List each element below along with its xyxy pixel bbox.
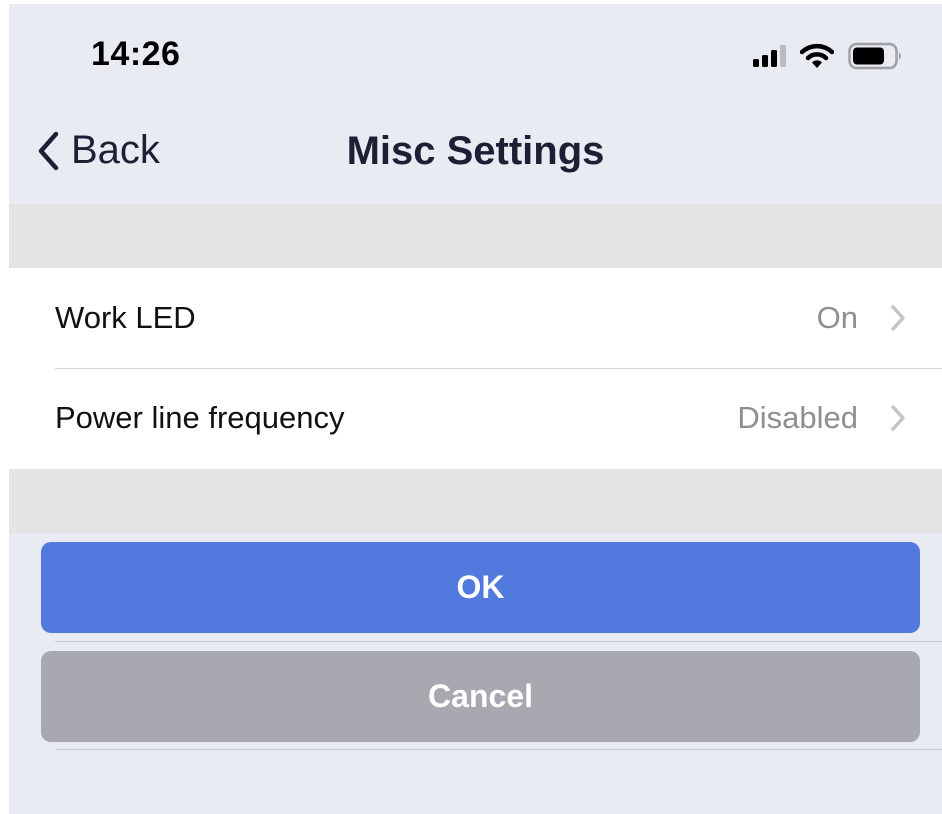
chevron-right-icon	[891, 405, 905, 431]
divider	[55, 749, 942, 750]
phone-screen: 14:26 Back Misc Settings Work LED On Pow…	[9, 4, 942, 814]
battery-icon	[848, 42, 901, 70]
wifi-icon	[800, 43, 834, 68]
setting-row-work-led[interactable]: Work LED On	[9, 268, 942, 368]
setting-value: On	[816, 300, 858, 335]
section-spacer	[9, 469, 942, 533]
signal-icon	[753, 45, 786, 67]
settings-table: Work LED On Power line frequency Disable…	[9, 268, 942, 469]
divider	[55, 641, 942, 642]
setting-label: Work LED	[55, 300, 196, 335]
setting-row-power-line-frequency[interactable]: Power line frequency Disabled	[9, 368, 942, 468]
cancel-button[interactable]: Cancel	[41, 651, 920, 742]
setting-value: Disabled	[737, 400, 858, 435]
chevron-right-icon	[891, 305, 905, 331]
status-icons	[753, 42, 904, 70]
section-spacer	[9, 204, 942, 268]
setting-label: Power line frequency	[55, 400, 345, 435]
page-title: Misc Settings	[346, 129, 605, 173]
ok-button[interactable]: OK	[41, 542, 920, 633]
status-time: 14:26	[91, 35, 181, 73]
